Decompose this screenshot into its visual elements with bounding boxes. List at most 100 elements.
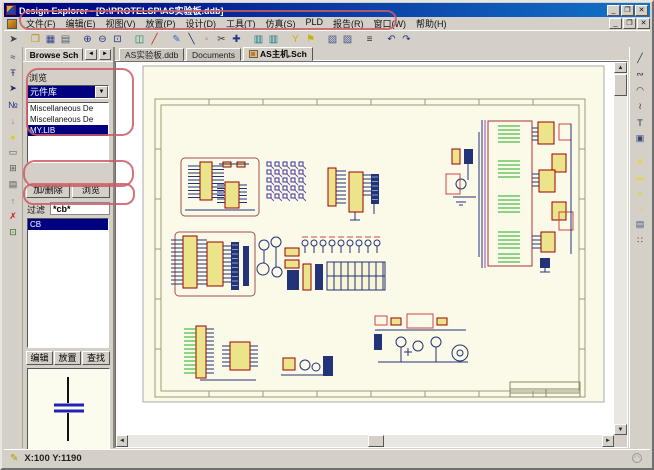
component-list-item[interactable]: CB: [28, 219, 108, 230]
doc-tab-2[interactable]: AS主机.Sch: [243, 47, 313, 61]
menu-item-tools[interactable]: 工具(T): [221, 16, 261, 31]
part-icon[interactable]: ●: [6, 129, 21, 144]
doc-close-button[interactable]: ✕: [637, 18, 650, 29]
vertical-scroll-thumb[interactable]: [614, 74, 627, 96]
library-list-item[interactable]: Miscellaneous De: [28, 114, 108, 125]
chevron-down-icon[interactable]: ▼: [95, 86, 108, 98]
run-icon[interactable]: ▧: [325, 32, 340, 47]
vertical-scrollbar[interactable]: ▲ ▼: [614, 62, 627, 435]
list-icon[interactable]: ≡: [362, 32, 377, 47]
draw-arc-icon[interactable]: ◠: [633, 83, 648, 98]
draw-graph-icon[interactable]: ▤: [633, 217, 648, 232]
menu-item-design[interactable]: 设计(D): [181, 16, 222, 31]
probe-icon[interactable]: Y: [288, 32, 303, 47]
library-list[interactable]: Miscellaneous DeMiscellaneous DeMY.LIB: [27, 102, 109, 163]
edit-button[interactable]: 编辑: [26, 351, 53, 365]
library-list-item[interactable]: MY.LIB: [28, 125, 108, 136]
up-arrow-icon[interactable]: ↑: [6, 193, 21, 208]
app-minimize-button[interactable]: _: [607, 5, 620, 16]
selection-icon[interactable]: ▫: [199, 32, 214, 47]
browse-panel: Browse Sch ◄ ► 浏览 元件库 ▼ Miscellaneous De…: [23, 47, 115, 448]
draw-roundrect-icon[interactable]: ▬: [633, 169, 648, 184]
menu-item-view[interactable]: 视图(V): [101, 16, 141, 31]
app-close-button[interactable]: ✕: [635, 5, 648, 16]
scroll-down-button[interactable]: ▼: [614, 424, 627, 435]
menu-item-file[interactable]: 文件(F): [21, 16, 61, 31]
wiring-tools-icon[interactable]: ≈: [6, 49, 21, 64]
tab-browse-sch[interactable]: Browse Sch: [25, 48, 83, 61]
move-icon[interactable]: ✚: [229, 32, 244, 47]
tools-icon[interactable]: ✎: [169, 32, 184, 47]
no-erc-icon[interactable]: №: [6, 97, 21, 112]
panel-tab-scroll-right[interactable]: ►: [99, 49, 111, 60]
menu-item-edit[interactable]: 编辑(E): [61, 16, 101, 31]
menu-item-window[interactable]: 窗口(W): [369, 16, 412, 31]
app-restore-button[interactable]: ❐: [621, 5, 634, 16]
horizontal-scrollbar[interactable]: ◄ ►: [116, 435, 614, 447]
menu-item-pld[interactable]: PLD: [301, 16, 329, 31]
cut-icon[interactable]: ✂: [214, 32, 229, 47]
menu-item-help[interactable]: 帮助(H): [411, 16, 452, 31]
menu-item-place[interactable]: 放置(P): [141, 16, 181, 31]
scroll-right-button[interactable]: ►: [602, 435, 614, 447]
find-button[interactable]: 查找: [82, 351, 110, 365]
redo-icon[interactable]: ↷: [399, 32, 414, 47]
draw-text-icon[interactable]: T: [633, 115, 648, 130]
add-remove-button[interactable]: 加/删除: [26, 183, 70, 198]
schematic-canvas[interactable]: [116, 62, 624, 430]
place-button[interactable]: 放置: [54, 351, 81, 365]
document-area: AS实验板.ddbDocumentsAS主机.Sch ▲ ▼ ◄ ►: [115, 47, 628, 448]
open-document-icon[interactable]: ❒: [28, 32, 43, 47]
zoom-out-icon[interactable]: ⊖: [95, 32, 110, 47]
draw-line-icon[interactable]: ╱: [633, 51, 648, 66]
paste-array-icon[interactable]: ∷: [633, 233, 648, 248]
draw-curve-icon[interactable]: ≀: [633, 99, 648, 114]
paste-icon[interactable]: ⊡: [6, 225, 21, 240]
cursor-icon[interactable]: ➤: [6, 81, 21, 96]
draw-ellipse-icon[interactable]: ●: [633, 185, 648, 200]
print-icon[interactable]: ▤: [58, 32, 73, 47]
zoom-in-icon[interactable]: ⊕: [80, 32, 95, 47]
draw-pie-icon[interactable]: ◔: [633, 201, 648, 216]
flag-icon[interactable]: ⚑: [303, 32, 318, 47]
workspace: ≈Ŧ➤№↓●▭⊞▤↑✗⊡ Browse Sch ◄ ► 浏览 元件库 ▼ Mis…: [4, 47, 650, 448]
library-icon[interactable]: ▥: [251, 32, 266, 47]
doc-tab-1[interactable]: Documents: [186, 48, 241, 61]
delete-icon[interactable]: ✗: [6, 209, 21, 224]
rectangle-tool-icon[interactable]: ▭: [6, 145, 21, 160]
filter-label: 过滤: [27, 203, 45, 216]
pencil-icon: ✎: [10, 453, 18, 464]
save-icon[interactable]: ▦: [43, 32, 58, 47]
draw-bezier-icon[interactable]: ∾: [633, 67, 648, 82]
pointer-icon[interactable]: ➤: [6, 32, 21, 47]
wire-icon[interactable]: ╱: [147, 32, 162, 47]
sheet-stack-icon[interactable]: ▤: [6, 177, 21, 192]
stop-icon[interactable]: ▨: [340, 32, 355, 47]
doc-restore-button[interactable]: ❐: [623, 18, 636, 29]
panel-tab-scroll-left[interactable]: ◄: [85, 49, 97, 60]
library-list-item[interactable]: Miscellaneous De: [28, 103, 108, 114]
doc-tab-0[interactable]: AS实验板.ddb: [119, 48, 184, 61]
schematic-viewport[interactable]: ▲ ▼ ◄ ►: [115, 61, 628, 448]
scroll-left-button[interactable]: ◄: [116, 435, 128, 447]
draw-rectangle-icon[interactable]: ■: [633, 153, 648, 168]
menu-item-simulate[interactable]: 仿真(S): [261, 16, 301, 31]
browse-library-icon[interactable]: ▥: [266, 32, 281, 47]
undo-icon[interactable]: ↶: [384, 32, 399, 47]
zoom-document-icon[interactable]: ⊡: [110, 32, 125, 47]
down-arrow-icon[interactable]: ↓: [6, 113, 21, 128]
browse-mode-dropdown[interactable]: 元件库 ▼: [27, 85, 109, 99]
scroll-up-button[interactable]: ▲: [614, 62, 627, 73]
design-explorer-window: Design Explorer - [D:\PROTELSP\AS实验板.ddb…: [0, 0, 654, 470]
line-icon[interactable]: ╲: [184, 32, 199, 47]
component-list[interactable]: CB: [27, 218, 109, 348]
menu-item-reports[interactable]: 报告(R): [328, 16, 369, 31]
draw-textframe-icon[interactable]: ▣: [633, 131, 648, 146]
components-icon[interactable]: ◫: [132, 32, 147, 47]
net-label-icon[interactable]: Ŧ: [6, 65, 21, 80]
filter-input[interactable]: [50, 202, 110, 215]
browse-button[interactable]: 浏览: [72, 183, 110, 198]
window-grid-icon[interactable]: ⊞: [6, 161, 21, 176]
doc-minimize-button[interactable]: _: [609, 18, 622, 29]
horizontal-scroll-thumb[interactable]: [368, 435, 384, 447]
